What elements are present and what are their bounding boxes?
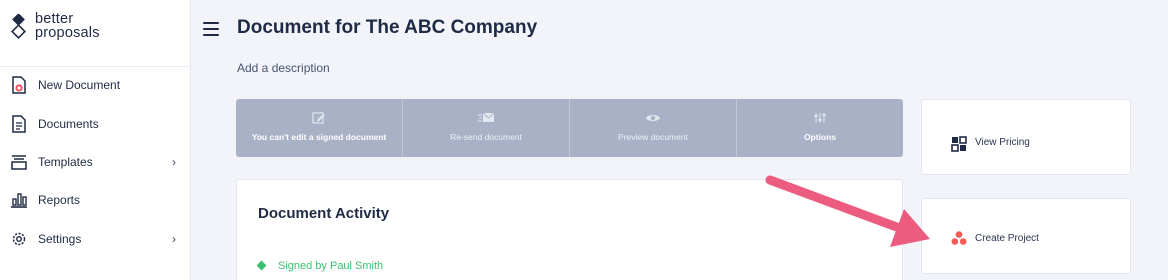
sidebar-item-reports[interactable]: Reports: [0, 186, 191, 214]
options-button[interactable]: Options: [737, 99, 903, 157]
brand-line-1: better: [35, 11, 74, 27]
create-project-button[interactable]: Create Project: [921, 198, 1131, 274]
sidebar-item-label: Documents: [38, 117, 99, 131]
sidebar-item-label: Templates: [38, 155, 93, 169]
eye-icon: [646, 115, 660, 121]
chevron-right-icon[interactable]: ›: [172, 232, 176, 246]
logo-mark-icon: [11, 14, 26, 39]
edit-document-button[interactable]: You can't edit a signed document: [236, 99, 403, 157]
sidebar-item-documents[interactable]: Documents: [0, 110, 191, 138]
brand-line-2: proposals: [35, 25, 100, 41]
sidebar-item-label: New Document: [38, 78, 121, 92]
sidebar-item-label: Settings: [38, 232, 82, 246]
view-pricing-label: View Pricing: [975, 137, 1030, 148]
sidebar-item-new-document[interactable]: New Document: [0, 71, 191, 99]
document-activity-card: Document Activity Signed by Paul Smith: [236, 179, 903, 280]
edit-icon: [312, 112, 325, 124]
sidebar-divider: [0, 66, 191, 67]
brand-name: better proposals: [35, 11, 100, 41]
preview-document-button[interactable]: Preview document: [570, 99, 737, 157]
create-project-label: Create Project: [975, 233, 1039, 244]
activity-text: Signed by Paul Smith: [278, 260, 384, 272]
new-document-icon: [12, 76, 26, 94]
action-label: Preview document: [618, 132, 688, 142]
sidebar-item-label: Reports: [38, 193, 81, 207]
documents-icon: [12, 115, 26, 133]
description-field[interactable]: Add a description: [237, 61, 330, 75]
asana-project-icon: [951, 231, 967, 245]
action-label: You can't edit a signed document: [251, 132, 387, 142]
send-email-icon: [478, 112, 494, 122]
menu-hamburger-icon[interactable]: [203, 22, 219, 36]
sidebar: better proposals New Document Documents …: [0, 0, 191, 280]
activity-title: Document Activity: [258, 205, 390, 222]
options-sliders-icon: [814, 113, 826, 123]
pricing-grid-icon: [951, 136, 967, 152]
templates-icon: [11, 155, 27, 170]
resend-document-button[interactable]: Re-send document: [403, 99, 570, 157]
action-label: Re-send document: [450, 132, 522, 142]
action-label: Options: [803, 132, 837, 142]
chevron-right-icon[interactable]: ›: [172, 155, 176, 169]
sidebar-item-settings[interactable]: Settings ›: [0, 225, 191, 253]
status-diamond-icon: [256, 260, 267, 271]
page-title: Document for The ABC Company: [237, 17, 538, 38]
document-action-bar: You can't edit a signed document Re-send…: [236, 99, 903, 157]
settings-icon: [12, 232, 26, 246]
sidebar-item-templates[interactable]: Templates ›: [0, 148, 191, 176]
reports-icon: [11, 193, 27, 208]
view-pricing-button[interactable]: View Pricing: [921, 99, 1131, 175]
